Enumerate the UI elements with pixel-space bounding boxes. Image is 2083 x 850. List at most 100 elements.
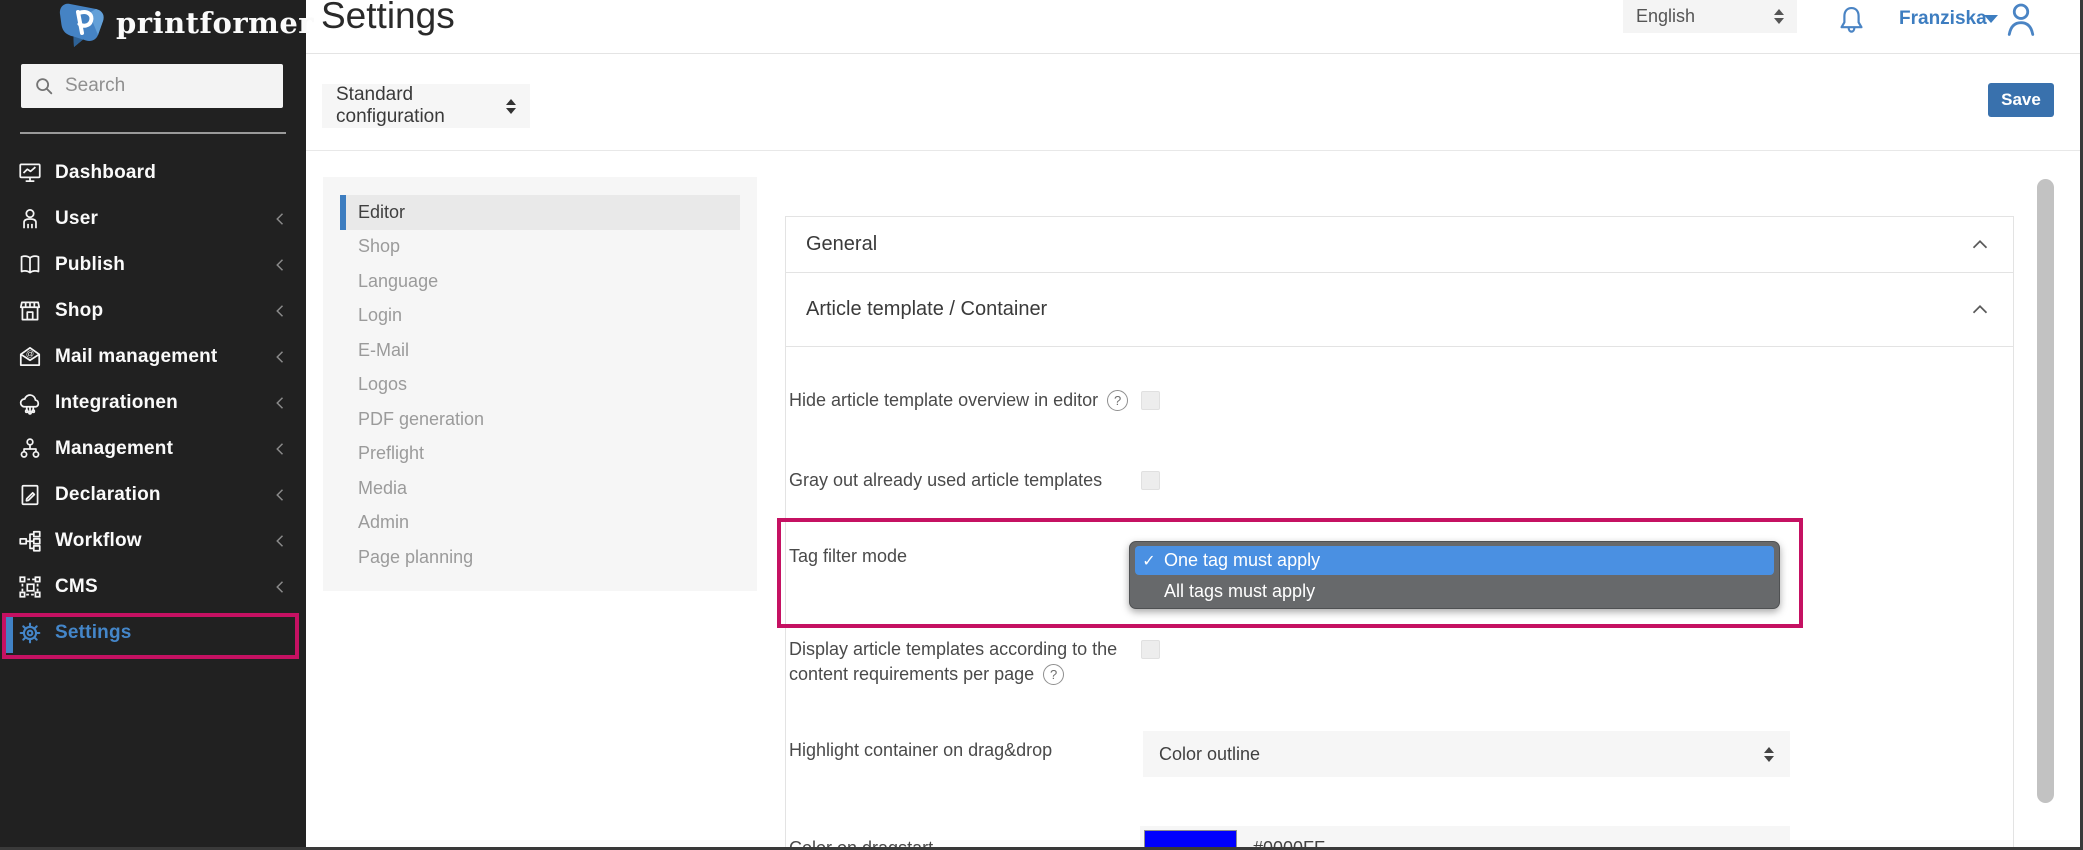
notifications-bell-icon[interactable]: [1836, 4, 1867, 38]
chevron-left-icon: [272, 210, 290, 228]
help-icon[interactable]: ?: [1107, 390, 1128, 411]
subnav-item-admin[interactable]: Admin: [340, 506, 740, 541]
sidebar: printformer Dashboard User: [0, 0, 306, 850]
sidebar-item-label: Shop: [55, 300, 103, 322]
gray-out-label: Gray out already used article templates: [789, 470, 1102, 491]
tag-filter-open-dropdown: ✓ One tag must apply ✓ All tags must app…: [1129, 541, 1780, 609]
dropdown-option-one-tag[interactable]: ✓ One tag must apply: [1135, 546, 1774, 575]
sidebar-item-label: Integrationen: [55, 392, 178, 414]
page-title: Settings: [321, 0, 455, 37]
logo-text: printformer: [116, 6, 314, 40]
sidebar-item-management[interactable]: Management: [0, 426, 306, 472]
sidebar-divider: [20, 132, 286, 134]
search-input[interactable]: [65, 75, 310, 97]
section-article-template[interactable]: Article template / Container: [786, 273, 2013, 347]
app-window: printformer Dashboard User: [0, 0, 2083, 850]
display-per-page-checkbox[interactable]: [1141, 640, 1160, 659]
chevron-left-icon: [272, 256, 290, 274]
sidebar-item-integrationen[interactable]: Integrationen: [0, 380, 306, 426]
sidebar-item-workflow[interactable]: Workflow: [0, 518, 306, 564]
search-icon: [33, 75, 55, 97]
sidebar-item-dashboard[interactable]: Dashboard: [0, 150, 306, 196]
subnav-item-email[interactable]: E-Mail: [340, 333, 740, 368]
sidebar-item-user[interactable]: User: [0, 196, 306, 242]
storefront-icon: [14, 297, 46, 325]
hide-overview-checkbox[interactable]: [1141, 391, 1160, 410]
avatar-icon[interactable]: [2002, 0, 2040, 36]
section-title: Article template / Container: [806, 298, 1047, 321]
username-menu[interactable]: Franziska: [1899, 8, 1987, 30]
sidebar-item-label: User: [55, 208, 98, 230]
subnav-item-page-planning[interactable]: Page planning: [340, 540, 740, 575]
tag-filter-label: Tag filter mode: [789, 546, 907, 567]
language-select[interactable]: English: [1623, 0, 1797, 33]
save-button[interactable]: Save: [1988, 83, 2054, 117]
display-per-page-label: Display article templates according to t…: [789, 637, 1117, 687]
sidebar-item-publish[interactable]: Publish: [0, 242, 306, 288]
sidebar-item-label: Settings: [55, 622, 132, 644]
hide-overview-label: Hide article template overview in editor…: [789, 390, 1128, 411]
printformer-logo-icon: [56, 2, 108, 48]
label-text: content requirements per page: [789, 662, 1034, 687]
sidebar-item-mail-management[interactable]: @ Mail management: [0, 334, 306, 380]
updown-arrows-icon: [506, 99, 516, 114]
scrollbar-thumb[interactable]: [2037, 179, 2054, 803]
highlight-container-label: Highlight container on drag&drop: [789, 740, 1052, 761]
chevron-left-icon: [272, 440, 290, 458]
label-line-2: content requirements per page ?: [789, 662, 1117, 687]
label-text: Hide article template overview in editor: [789, 390, 1098, 411]
configuration-select-value: Standard configuration: [336, 84, 498, 128]
sidebar-item-label: CMS: [55, 576, 98, 598]
user-icon: [14, 205, 46, 233]
workflow-tree-icon: [14, 527, 46, 555]
option-label: One tag must apply: [1164, 550, 1320, 571]
section-title: General: [806, 233, 877, 256]
subnav-item-logos[interactable]: Logos: [340, 368, 740, 403]
caret-down-icon: [1984, 15, 1998, 23]
document-pencil-icon: [14, 481, 46, 509]
selection-box-icon: [14, 573, 46, 601]
subnav-item-media[interactable]: Media: [340, 471, 740, 506]
chevron-left-icon: [272, 348, 290, 366]
subnav-item-pdf-generation[interactable]: PDF generation: [340, 402, 740, 437]
sidebar-item-settings[interactable]: Settings: [0, 610, 306, 656]
org-chart-icon: [14, 435, 46, 463]
sidebar-item-label: Publish: [55, 254, 125, 276]
chevron-left-icon: [272, 302, 290, 320]
toolbar-divider: [306, 150, 2083, 151]
language-select-value: English: [1636, 6, 1695, 27]
highlight-container-value: Color outline: [1159, 744, 1260, 765]
sidebar-item-cms[interactable]: CMS: [0, 564, 306, 610]
highlight-container-select[interactable]: Color outline: [1143, 731, 1790, 777]
option-label: All tags must apply: [1164, 581, 1315, 602]
dashboard-icon: [14, 159, 46, 187]
chevron-up-icon: [1967, 297, 1993, 323]
chevron-left-icon: [272, 486, 290, 504]
help-icon[interactable]: ?: [1043, 664, 1064, 685]
sidebar-item-label: Dashboard: [55, 162, 156, 184]
envelope-icon: @: [14, 343, 46, 371]
subnav-item-editor[interactable]: Editor: [340, 195, 740, 230]
sidebar-item-shop[interactable]: Shop: [0, 288, 306, 334]
subnav-item-preflight[interactable]: Preflight: [340, 437, 740, 472]
sidebar-item-declaration[interactable]: Declaration: [0, 472, 306, 518]
subnav-item-language[interactable]: Language: [340, 264, 740, 299]
cloud-network-icon: [14, 389, 46, 417]
configuration-select[interactable]: Standard configuration: [322, 84, 530, 128]
subnav-item-login[interactable]: Login: [340, 299, 740, 334]
header-divider: [306, 53, 2083, 54]
updown-arrows-icon: [1774, 9, 1784, 24]
sidebar-menu: Dashboard User Publish Sho: [0, 150, 306, 656]
svg-text:@: @: [26, 349, 34, 358]
dropdown-option-all-tags[interactable]: ✓ All tags must apply: [1135, 577, 1774, 606]
sidebar-item-label: Management: [55, 438, 173, 460]
gray-out-checkbox[interactable]: [1141, 471, 1160, 490]
sidebar-item-label: Mail management: [55, 346, 217, 368]
subnav-item-shop[interactable]: Shop: [340, 230, 740, 265]
chevron-left-icon: [272, 394, 290, 412]
sidebar-item-label: Workflow: [55, 530, 142, 552]
chevron-up-icon: [1967, 232, 1993, 258]
section-general[interactable]: General: [786, 217, 2013, 273]
updown-arrows-icon: [1764, 747, 1774, 762]
chevron-left-icon: [272, 578, 290, 596]
